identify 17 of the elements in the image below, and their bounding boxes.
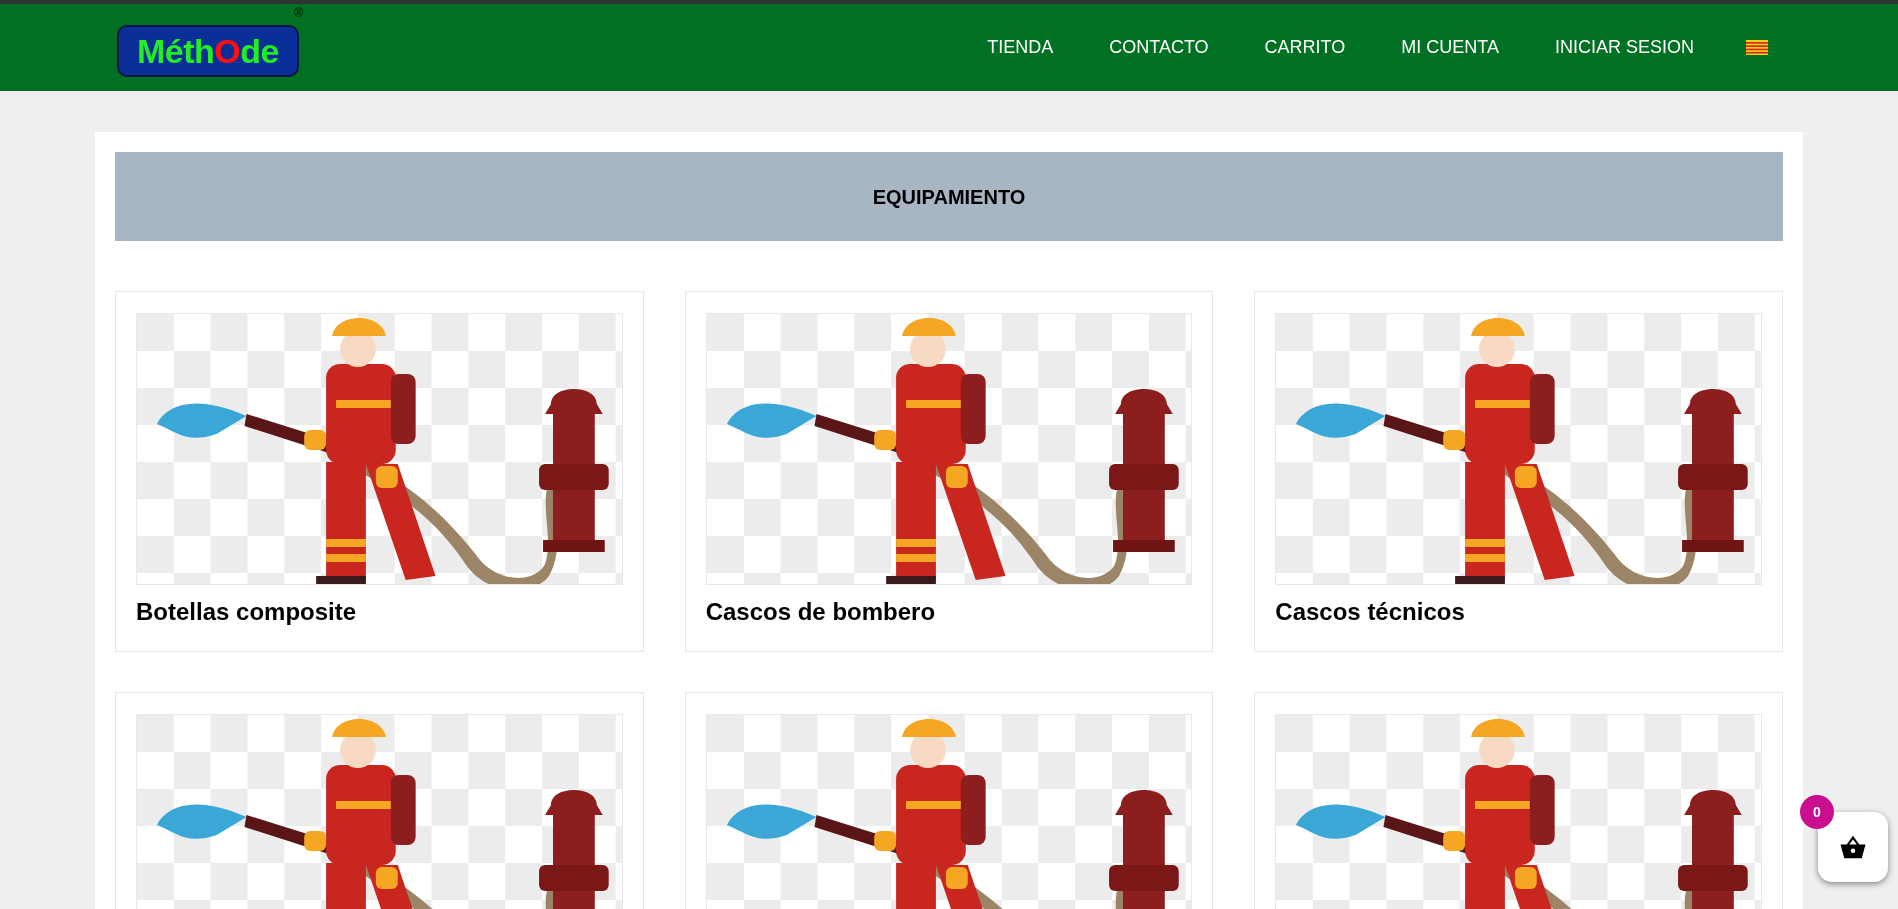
product-title: Botellas composite [136, 597, 358, 627]
product-card[interactable]: Cascos técnicos [1254, 291, 1783, 652]
product-card[interactable]: Cascos de bombero [684, 291, 1214, 652]
nav-link[interactable]: CARRITO [1264, 34, 1346, 61]
product-card[interactable]: Botellas composite [115, 291, 644, 652]
logo[interactable]: MéthOde [117, 24, 299, 77]
category-title: EQUIPAMIENTO [872, 184, 1026, 210]
nav-link[interactable]: INICIAR SESION [1554, 34, 1694, 61]
nav-link[interactable]: MI CUENTA [1401, 34, 1499, 61]
product-title: Cascos técnicos [1275, 597, 1466, 627]
nav-link[interactable]: TIENDA [987, 34, 1054, 61]
logo-text: MéthOde [137, 33, 279, 68]
product-title: Cascos de bombero [705, 597, 937, 627]
registered-mark: ® [294, 6, 303, 19]
cart-count-badge: 0 [1800, 795, 1834, 829]
flag-icon[interactable] [1746, 40, 1768, 55]
nav-link[interactable]: CONTACTO [1109, 34, 1209, 61]
